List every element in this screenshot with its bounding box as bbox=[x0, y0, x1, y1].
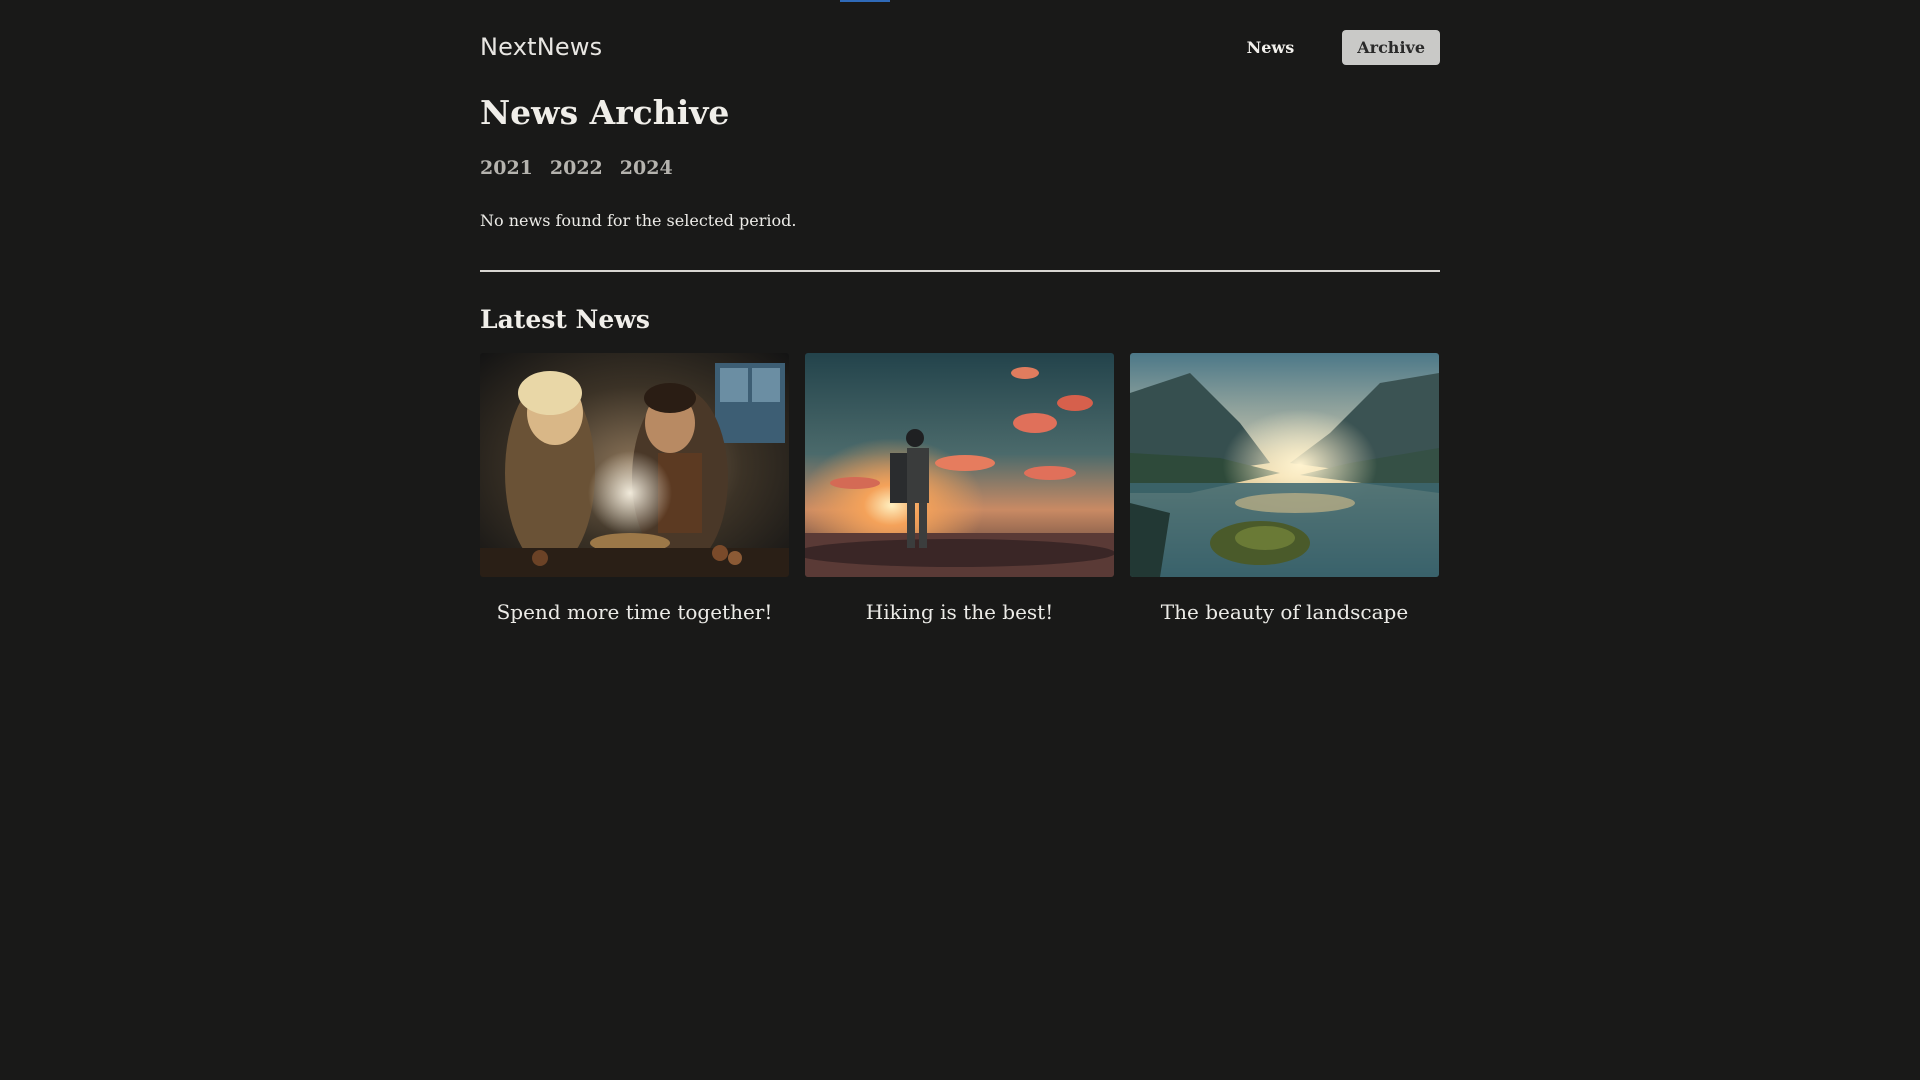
year-filter-list: 2021 2022 2024 bbox=[480, 157, 1440, 179]
page-title: News Archive bbox=[480, 93, 730, 132]
mountain-lake-image[interactable] bbox=[1130, 353, 1439, 577]
year-link-2022[interactable]: 2022 bbox=[550, 157, 603, 179]
news-card[interactable]: The beauty of landscape bbox=[1130, 353, 1439, 624]
latest-news-list: Spend more time together! Hiking is the … bbox=[480, 353, 1440, 624]
page-container: NextNews News Archive News Archive 2021 … bbox=[480, 0, 1440, 624]
year-link-2024[interactable]: 2024 bbox=[620, 157, 673, 179]
site-header: NextNews News Archive bbox=[480, 0, 1440, 94]
news-card-title[interactable]: Hiking is the best! bbox=[805, 600, 1114, 624]
site-logo[interactable]: NextNews bbox=[480, 33, 602, 61]
section-divider bbox=[480, 270, 1440, 272]
news-card-title[interactable]: The beauty of landscape bbox=[1130, 600, 1439, 624]
year-link-2021[interactable]: 2021 bbox=[480, 157, 533, 179]
latest-news-heading: Latest News bbox=[480, 305, 650, 334]
nav-news-link[interactable]: News bbox=[1247, 30, 1295, 65]
hiker-sunset-image[interactable] bbox=[805, 353, 1114, 577]
news-card[interactable]: Spend more time together! bbox=[480, 353, 789, 624]
couple-cooking-image[interactable] bbox=[480, 353, 789, 577]
news-card-title[interactable]: Spend more time together! bbox=[480, 600, 789, 624]
nav-archive-link[interactable]: Archive bbox=[1342, 29, 1440, 65]
main-nav: News Archive bbox=[1247, 29, 1440, 65]
news-card[interactable]: Hiking is the best! bbox=[805, 353, 1114, 624]
empty-results-message: No news found for the selected period. bbox=[480, 211, 797, 230]
